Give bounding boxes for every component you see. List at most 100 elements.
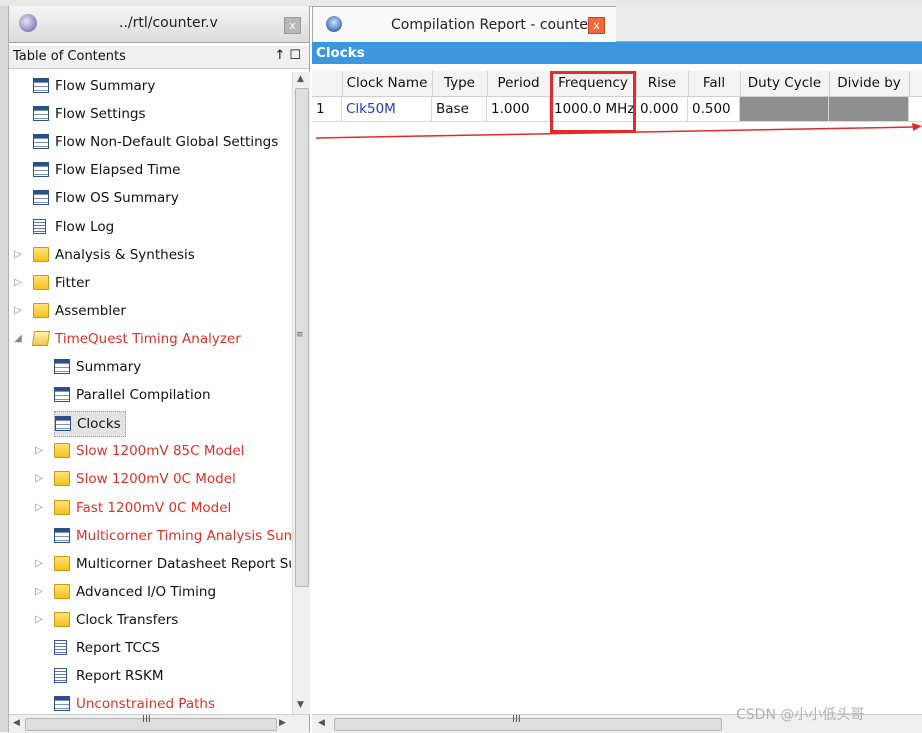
table-icon: [54, 696, 70, 712]
tree-item-label: Flow Log: [55, 218, 115, 235]
left-dock-edge: [0, 6, 9, 732]
tree-item-label: Unconstrained Paths: [76, 696, 215, 713]
report-tab-icon: [326, 16, 342, 32]
tree-item-label: Fast 1200mV 0C Model: [76, 499, 232, 516]
collapsed-arrow-icon[interactable]: ▷: [32, 439, 46, 463]
table-cell: Base: [432, 97, 487, 121]
tree-item-label: Multicorner Timing Analysis Summary: [76, 527, 291, 544]
folder-icon: [33, 246, 49, 262]
tree-item-label: Flow Elapsed Time: [55, 162, 181, 179]
collapsed-arrow-icon[interactable]: ▷: [32, 608, 46, 632]
folder-open-icon: [31, 330, 51, 346]
tree-item-label: Slow 1200mV 0C Model: [76, 471, 236, 488]
tree-item-label: Flow OS Summary: [55, 190, 179, 207]
document-icon: [33, 218, 46, 234]
close-file-tab-button[interactable]: x: [284, 17, 301, 34]
left-panel: ../rtl/counter.v x Table of Contents ↑ ☐…: [9, 6, 310, 733]
fall-header[interactable]: Fall: [688, 71, 741, 96]
tree-item-label: Slow 1200mV 85C Model: [76, 443, 245, 460]
collapsed-arrow-icon[interactable]: ▷: [11, 271, 25, 295]
red-annotation-arrow: [316, 123, 922, 139]
tree-item-label: Advanced I/O Timing: [76, 583, 217, 600]
scroll-right-icon[interactable]: ▶: [279, 718, 286, 728]
report-hscroll-thumb[interactable]: [334, 718, 722, 731]
tree-item-label: TimeQuest Timing Analyzer: [55, 330, 241, 347]
collapsed-arrow-icon[interactable]: ▷: [11, 243, 25, 267]
table-cell: [829, 97, 909, 121]
expanded-arrow-icon[interactable]: ◢: [11, 327, 25, 351]
tree-item-label: Analysis & Synthesis: [55, 246, 195, 263]
toc-title: Table of Contents: [13, 49, 126, 64]
report-panel: Compilation Report - counter x Clocks Cl…: [312, 6, 922, 733]
hscroll-grip-icon: III: [142, 714, 151, 725]
folder-icon: [54, 443, 70, 459]
tab-strip-background: [616, 6, 922, 42]
pin-float-icons[interactable]: ↑ ☐: [274, 48, 301, 63]
quartus-app-icon: [19, 14, 37, 32]
tree-item-label: Summary: [76, 359, 142, 375]
file-tab-title: ../rtl/counter.v: [119, 15, 218, 31]
toc-vertical-scrollbar[interactable]: ▲ ≡ ▼: [292, 72, 310, 714]
collapsed-arrow-icon[interactable]: ▷: [11, 299, 25, 323]
report-tab-title: Compilation Report - counter: [391, 17, 594, 33]
table-cell: 0.000: [636, 97, 688, 121]
compilation-report-tab[interactable]: Compilation Report - counter x: [312, 6, 617, 43]
table-icon: [54, 359, 70, 374]
tree-item-label: Assembler: [55, 302, 126, 319]
collapsed-arrow-icon[interactable]: ▷: [32, 496, 46, 520]
scroll-grip-icon: ≡: [296, 330, 304, 340]
table-icon: [33, 106, 49, 122]
clock-name-header[interactable]: Clock Name: [342, 71, 433, 96]
tree-item-label: Report RSKM: [76, 668, 164, 685]
toc-header: Table of Contents ↑ ☐: [9, 46, 309, 69]
row-number-header[interactable]: [312, 71, 343, 96]
table-icon: [33, 78, 49, 93]
tree-item-label: Parallel Compilation: [76, 387, 211, 404]
rise-header[interactable]: Rise: [636, 71, 689, 96]
collapsed-arrow-icon[interactable]: ▷: [32, 467, 46, 491]
section-title: Clocks: [316, 45, 365, 61]
tree-item-label: Report TCCS: [76, 640, 160, 656]
collapsed-arrow-icon[interactable]: ▷: [32, 552, 46, 576]
table-icon: [55, 416, 71, 432]
tree-item-label: Clocks: [77, 416, 121, 433]
table-cell: [740, 97, 829, 121]
toc-horizontal-scrollbar[interactable]: ◀ III ▶: [9, 714, 309, 733]
watermark: CSDN @小小低头哥: [736, 707, 865, 723]
tree-item-label: Multicorner Datasheet Report Summary: [76, 555, 291, 572]
scroll-up-icon[interactable]: ▲: [297, 74, 304, 84]
folder-icon: [33, 274, 49, 290]
toc-tree: Flow Summary Flow Settings Flow Non-Defaul…: [9, 72, 291, 714]
type-header[interactable]: Type: [432, 71, 488, 96]
folder-icon: [54, 499, 70, 515]
tree-item-label: Clock Transfers: [76, 611, 179, 628]
folder-icon: [54, 555, 70, 571]
table-icon: [33, 162, 49, 178]
file-tab[interactable]: ../rtl/counter.v x: [9, 6, 309, 43]
table-icon: [54, 527, 70, 543]
close-report-tab-button[interactable]: x: [588, 17, 605, 34]
tree-item-label: Fitter: [55, 274, 90, 291]
divide-by-header[interactable]: Divide by: [829, 71, 910, 96]
folder-icon: [54, 583, 70, 599]
duty-cycle-header[interactable]: Duty Cycle: [740, 71, 830, 96]
table-icon: [33, 134, 49, 150]
table-cell: 1.000: [487, 97, 550, 121]
toc-hscroll-thumb[interactable]: [25, 718, 277, 731]
folder-icon: [54, 471, 70, 487]
tree-item-label: Flow Settings: [55, 106, 146, 123]
table-cell: 0.500: [688, 97, 740, 121]
scroll-down-icon[interactable]: ▼: [297, 700, 304, 710]
report-scroll-left-icon[interactable]: ◀: [318, 718, 325, 728]
table-cell[interactable]: Clk50M: [342, 97, 432, 121]
tree-item-label: Flow Non-Default Global Settings: [55, 134, 279, 151]
table-cell: 1: [312, 97, 342, 121]
table-icon: [33, 190, 49, 206]
collapsed-arrow-icon[interactable]: ▷: [32, 580, 46, 604]
folder-icon: [33, 302, 49, 318]
scroll-left-icon[interactable]: ◀: [13, 718, 20, 728]
period-header[interactable]: Period: [487, 71, 551, 96]
folder-icon: [54, 611, 70, 627]
tree-item-label: Flow Summary: [55, 78, 156, 94]
tree-item[interactable]: Clocks: [54, 411, 126, 438]
